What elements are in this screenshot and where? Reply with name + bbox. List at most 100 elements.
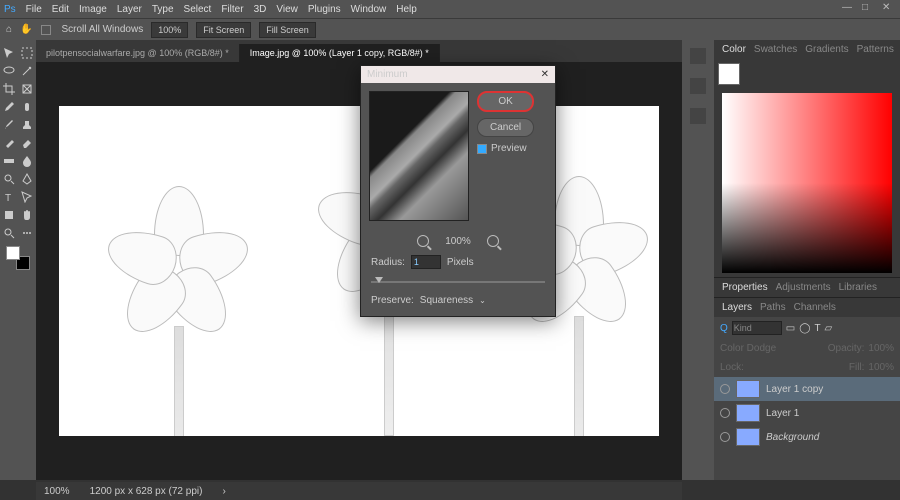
zoom-out-icon[interactable] bbox=[417, 235, 429, 247]
panel-icon-2[interactable] bbox=[690, 78, 706, 94]
pen-tool-icon[interactable] bbox=[19, 171, 35, 187]
eraser-tool-icon[interactable] bbox=[19, 135, 35, 151]
tab-paths[interactable]: Paths bbox=[760, 302, 786, 313]
tab-properties[interactable]: Properties bbox=[722, 282, 768, 293]
color-swatches[interactable] bbox=[6, 246, 30, 270]
preserve-label: Preserve: bbox=[371, 295, 414, 306]
opacity-value[interactable]: 100% bbox=[868, 343, 894, 354]
menu-type[interactable]: Type bbox=[152, 4, 174, 15]
menu-plugins[interactable]: Plugins bbox=[308, 4, 341, 15]
tab-adjustments[interactable]: Adjustments bbox=[776, 282, 831, 293]
tab-libraries[interactable]: Libraries bbox=[839, 282, 877, 293]
panel-icon-3[interactable] bbox=[690, 108, 706, 124]
tab-doc-1[interactable]: pilotpensocialwarfare.jpg @ 100% (RGB/8#… bbox=[36, 44, 240, 62]
checkbox-icon[interactable] bbox=[477, 144, 487, 154]
layer-name[interactable]: Layer 1 bbox=[766, 408, 799, 419]
status-zoom[interactable]: 100% bbox=[44, 486, 70, 497]
tab-color[interactable]: Color bbox=[722, 44, 746, 55]
dodge-tool-icon[interactable] bbox=[1, 171, 17, 187]
hand-tool-icon[interactable]: ✋ bbox=[20, 24, 32, 35]
panel-icon-1[interactable] bbox=[690, 48, 706, 64]
wand-tool-icon[interactable] bbox=[19, 63, 35, 79]
heal-tool-icon[interactable] bbox=[19, 99, 35, 115]
fit-screen-button[interactable]: Fit Screen bbox=[196, 22, 251, 38]
scroll-label: Scroll All Windows bbox=[62, 24, 144, 35]
crop-tool-icon[interactable] bbox=[1, 81, 17, 97]
menu-edit[interactable]: Edit bbox=[52, 4, 69, 15]
status-chevron-icon[interactable]: › bbox=[222, 486, 225, 497]
eyedropper-tool-icon[interactable] bbox=[1, 99, 17, 115]
cancel-button[interactable]: Cancel bbox=[477, 118, 534, 137]
fill-value[interactable]: 100% bbox=[868, 362, 894, 373]
blur-tool-icon[interactable] bbox=[19, 153, 35, 169]
layer-name[interactable]: Layer 1 copy bbox=[766, 384, 823, 395]
tab-swatches[interactable]: Swatches bbox=[754, 44, 797, 55]
radius-slider[interactable] bbox=[371, 281, 545, 283]
foreground-swatch[interactable] bbox=[718, 63, 740, 85]
fill-screen-button[interactable]: Fill Screen bbox=[259, 22, 316, 38]
menu-filter[interactable]: Filter bbox=[221, 4, 243, 15]
zoom-level[interactable]: 100% bbox=[151, 22, 188, 38]
menu-3d[interactable]: 3D bbox=[254, 4, 267, 15]
menu-help[interactable]: Help bbox=[396, 4, 417, 15]
preview-checkbox[interactable]: Preview bbox=[477, 143, 534, 154]
layer-row[interactable]: Layer 1 copy bbox=[714, 377, 900, 401]
minimum-dialog: Minimum ✕ OK Cancel Preview 100% Radius:… bbox=[360, 65, 556, 317]
shape-tool-icon[interactable] bbox=[1, 207, 17, 223]
close-icon[interactable]: ✕ bbox=[882, 2, 894, 14]
menu-window[interactable]: Window bbox=[351, 4, 387, 15]
edit-toolbar-icon[interactable] bbox=[19, 225, 35, 241]
preserve-dropdown[interactable]: Squareness bbox=[420, 295, 473, 306]
zoom-tool-icon[interactable] bbox=[1, 225, 17, 241]
collapsed-panels bbox=[682, 40, 714, 480]
tab-patterns[interactable]: Patterns bbox=[857, 44, 894, 55]
history-brush-icon[interactable] bbox=[1, 135, 17, 151]
scroll-checkbox[interactable] bbox=[41, 25, 51, 35]
status-dims: 1200 px x 628 px (72 ppi) bbox=[90, 486, 203, 497]
hand-tool-icon[interactable] bbox=[19, 207, 35, 223]
visibility-icon[interactable] bbox=[720, 384, 730, 394]
stamp-tool-icon[interactable] bbox=[19, 117, 35, 133]
marquee-tool-icon[interactable] bbox=[19, 45, 35, 61]
menu-file[interactable]: File bbox=[26, 4, 42, 15]
home-icon[interactable]: ⌂ bbox=[6, 24, 12, 35]
ok-button[interactable]: OK bbox=[477, 91, 534, 112]
chevron-down-icon[interactable]: ⌄ bbox=[479, 296, 486, 305]
minimize-icon[interactable]: — bbox=[842, 2, 854, 14]
tab-layers[interactable]: Layers bbox=[722, 302, 752, 313]
filter-icon-3[interactable]: T bbox=[814, 323, 820, 334]
gradient-tool-icon[interactable] bbox=[1, 153, 17, 169]
filter-preview[interactable] bbox=[369, 91, 469, 221]
path-tool-icon[interactable] bbox=[19, 189, 35, 205]
visibility-icon[interactable] bbox=[720, 408, 730, 418]
menu-layer[interactable]: Layer bbox=[117, 4, 142, 15]
filter-icon-2[interactable]: ◯ bbox=[799, 323, 810, 334]
tab-channels[interactable]: Channels bbox=[794, 302, 836, 313]
radius-input[interactable] bbox=[411, 255, 441, 269]
tab-doc-2[interactable]: Image.jpg @ 100% (Layer 1 copy, RGB/8#) … bbox=[240, 44, 440, 62]
blend-mode[interactable]: Color Dodge bbox=[720, 343, 776, 354]
frame-tool-icon[interactable] bbox=[19, 81, 35, 97]
dialog-titlebar[interactable]: Minimum ✕ bbox=[361, 66, 555, 83]
menu-select[interactable]: Select bbox=[184, 4, 212, 15]
layer-name[interactable]: Background bbox=[766, 432, 819, 443]
lasso-tool-icon[interactable] bbox=[1, 63, 17, 79]
canvas[interactable] bbox=[59, 106, 659, 436]
tab-gradients[interactable]: Gradients bbox=[805, 44, 848, 55]
dialog-close-icon[interactable]: ✕ bbox=[541, 69, 549, 80]
filter-icon[interactable]: ▭ bbox=[786, 323, 795, 334]
menu-view[interactable]: View bbox=[276, 4, 298, 15]
type-tool-icon[interactable]: T bbox=[1, 189, 17, 205]
zoom-in-icon[interactable] bbox=[487, 235, 499, 247]
move-tool-icon[interactable] bbox=[1, 45, 17, 61]
menu-image[interactable]: Image bbox=[79, 4, 107, 15]
maximize-icon[interactable]: □ bbox=[862, 2, 874, 14]
color-picker[interactable] bbox=[722, 93, 892, 273]
filter-icon-4[interactable]: ▱ bbox=[825, 323, 833, 334]
visibility-icon[interactable] bbox=[720, 432, 730, 442]
layer-row[interactable]: Background bbox=[714, 425, 900, 449]
brush-tool-icon[interactable] bbox=[1, 117, 17, 133]
layer-row[interactable]: Layer 1 bbox=[714, 401, 900, 425]
canvas-area[interactable] bbox=[36, 62, 682, 480]
kind-filter[interactable] bbox=[732, 321, 782, 335]
